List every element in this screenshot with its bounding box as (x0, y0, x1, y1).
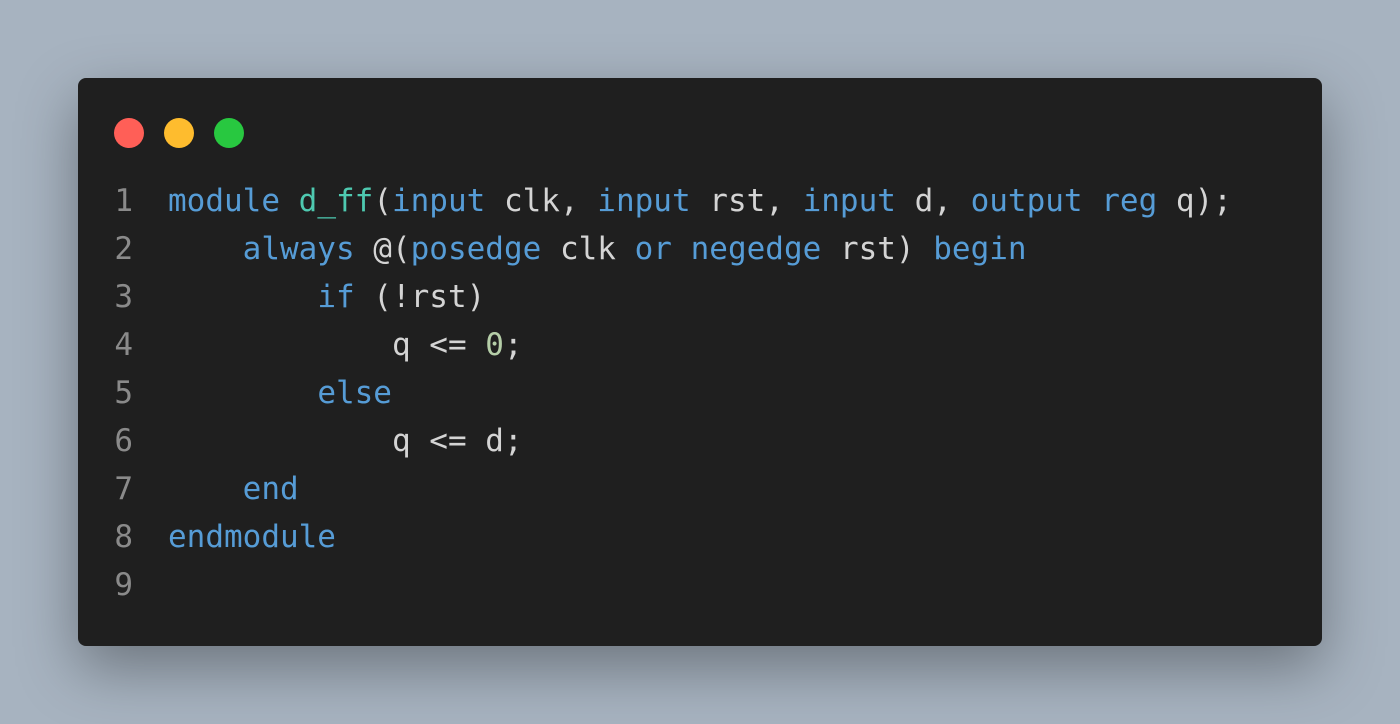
code-token: reg (1101, 183, 1158, 219)
code-token: ( (373, 183, 392, 219)
line-number: 3 (114, 279, 133, 315)
line-number: 1 (114, 183, 133, 219)
code-token: begin (933, 231, 1027, 267)
window-controls (114, 118, 244, 148)
code-line[interactable]: 5 else (78, 369, 1322, 417)
code-token: input (802, 183, 896, 219)
code-token: q <= d; (168, 423, 523, 459)
code-token: ; (503, 327, 523, 363)
code-line[interactable]: 7 end (78, 465, 1322, 513)
code-token: @( (354, 231, 411, 267)
code-line[interactable]: 3 if (!rst) (78, 273, 1322, 321)
code-token: q); (1157, 183, 1232, 219)
code-window: 1 module d_ff(input clk, input rst, input… (78, 78, 1322, 646)
line-number: 9 (114, 567, 133, 603)
code-token: or (634, 231, 672, 267)
line-number: 4 (114, 327, 133, 363)
code-token: rst) (821, 231, 934, 267)
line-source: q <= 0; (168, 321, 523, 369)
code-token: input (597, 183, 691, 219)
line-source: always @(posedge clk or negedge rst) beg… (168, 225, 1027, 273)
code-token: clk (541, 231, 635, 267)
line-source: if (!rst) (168, 273, 485, 321)
line-number: 2 (114, 231, 133, 267)
code-token: rst, (690, 183, 803, 219)
close-button-icon[interactable] (114, 118, 144, 148)
code-token: endmodule (168, 519, 336, 555)
code-token: else (317, 375, 392, 411)
code-line[interactable]: 2 always @(posedge clk or negedge rst) b… (78, 225, 1322, 273)
line-source: module d_ff(input clk, input rst, input … (168, 177, 1232, 225)
code-token: clk, (485, 183, 598, 219)
code-line[interactable]: 6 q <= d; (78, 417, 1322, 465)
code-token: output (970, 183, 1083, 219)
line-number: 7 (114, 471, 133, 507)
code-token: always (242, 231, 355, 267)
code-token: module (168, 183, 280, 219)
line-source: end (168, 465, 299, 513)
code-token: if (317, 279, 355, 315)
line-number: 8 (114, 519, 133, 555)
code-token: end (242, 471, 299, 507)
code-token: 0 (485, 327, 504, 363)
code-token: (!rst) (354, 279, 486, 315)
minimize-button-icon[interactable] (164, 118, 194, 148)
line-source: q <= d; (168, 417, 523, 465)
code-editor[interactable]: 1 module d_ff(input clk, input rst, input… (78, 177, 1322, 609)
code-line[interactable]: 9 (78, 561, 1322, 609)
code-token: posedge (410, 231, 542, 267)
code-token: input (391, 183, 486, 219)
line-source: endmodule (168, 513, 336, 561)
maximize-button-icon[interactable] (214, 118, 244, 148)
line-source: else (168, 369, 392, 417)
code-line[interactable]: 4 q <= 0; (78, 321, 1322, 369)
code-token: d_ff (298, 183, 374, 219)
code-line[interactable]: 8 endmodule (78, 513, 1322, 561)
line-number: 5 (114, 375, 133, 411)
code-line[interactable]: 1 module d_ff(input clk, input rst, input… (78, 177, 1322, 225)
code-token: q <= (168, 327, 486, 363)
code-token: d, (895, 183, 971, 219)
line-number: 6 (114, 423, 133, 459)
code-token: negedge (690, 231, 822, 267)
